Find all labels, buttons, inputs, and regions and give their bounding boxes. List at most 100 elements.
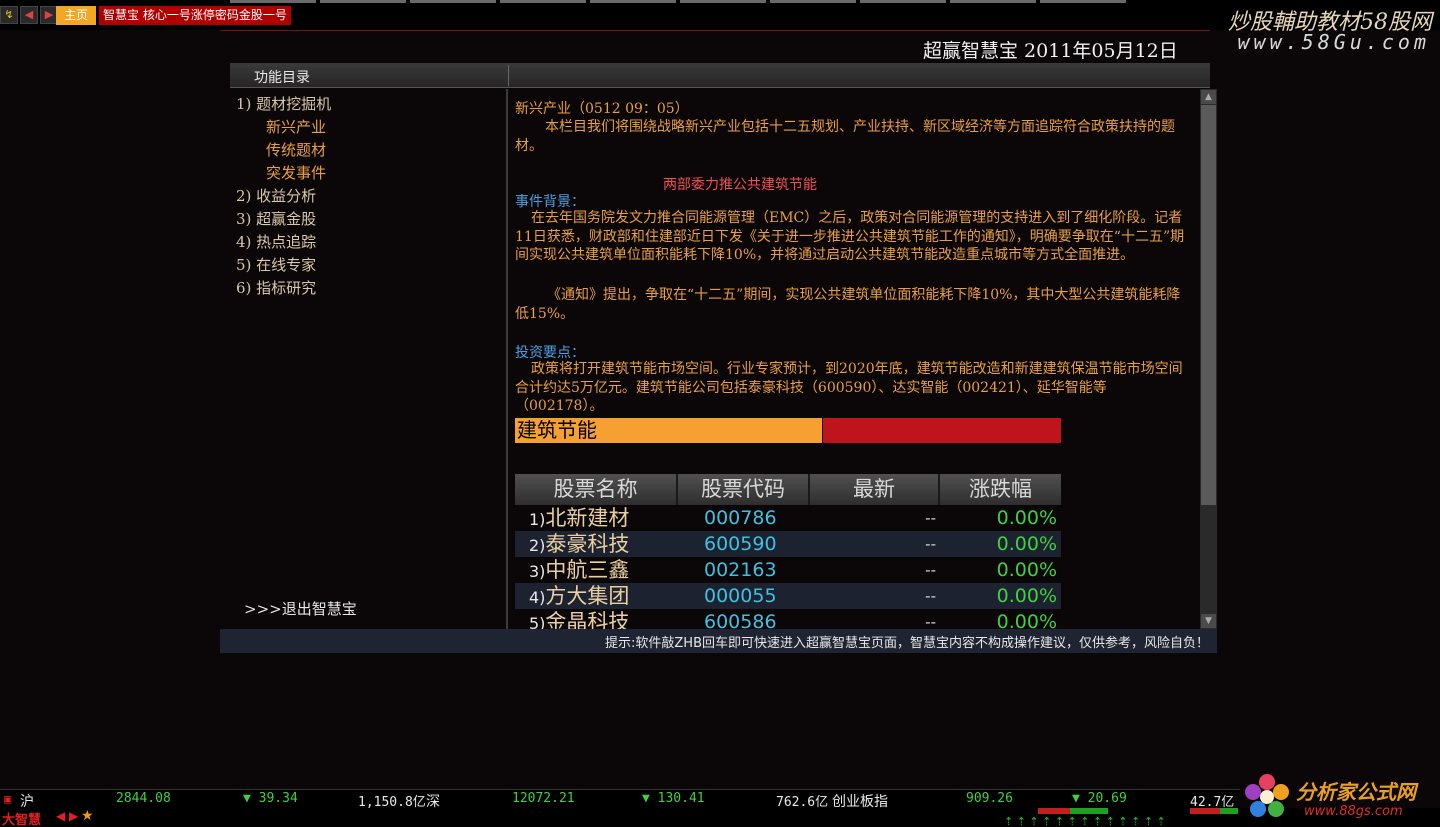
brand-name: 分析家公式网 — [1296, 780, 1416, 804]
top-toolbar: ↯ ◀ ▶ 主页 智慧宝 核心一号涨停密码金股一号 炒股輔助教材58股网 www… — [0, 0, 1440, 54]
menu-title: 功能目录 — [254, 70, 310, 86]
watermark-url: www.58Gu.com — [1237, 30, 1430, 54]
stock-name: 泰豪科技 — [545, 532, 630, 556]
app-logo[interactable]: 大智慧 — [2, 809, 41, 827]
scroll-down-icon[interactable]: ▼ — [1201, 614, 1216, 628]
table-row[interactable]: 5)金晶科技 600586 -- 0.00% — [515, 609, 1061, 629]
col-last-price[interactable]: 最新 — [810, 474, 940, 505]
cy-change: ▼ 20.69 — [1072, 791, 1127, 806]
row-index: 1) — [529, 510, 546, 529]
stock-code: 002163 — [704, 559, 777, 581]
last-price: -- — [925, 535, 936, 553]
sector-bar — [823, 418, 1061, 443]
breadth-bar — [1038, 808, 1070, 814]
sidebar-item-profit-analysis[interactable]: 2) 收益分析 — [236, 185, 316, 206]
last-price: -- — [925, 509, 936, 527]
col-stock-code[interactable]: 股票代码 — [678, 474, 810, 505]
last-price: -- — [925, 561, 936, 579]
sidebar-item-traditional-topics[interactable]: 传统题材 — [266, 139, 326, 160]
row-index: 2) — [529, 536, 546, 555]
breadth-bar — [1220, 808, 1238, 814]
stock-name-cell: 1)北新建材 — [515, 505, 678, 531]
favorite-star-icon[interactable]: ★ — [81, 808, 94, 824]
market-icon: ▣ — [4, 792, 12, 806]
scroll-thumb[interactable] — [1201, 105, 1216, 505]
stock-name-cell: 4)方大集团 — [515, 583, 678, 609]
top-tab-strip — [0, 0, 1210, 4]
exit-link[interactable]: >>>退出智慧宝 — [244, 598, 357, 619]
stock-name: 方大集团 — [545, 584, 630, 608]
stock-code: 000786 — [704, 507, 777, 529]
sh-index: 2844.08 — [116, 791, 171, 806]
sh-change: ▼ 39.34 — [243, 791, 298, 806]
news-headline: 两部委力推公共建筑节能 — [663, 177, 817, 193]
sidebar-item-topic-miner[interactable]: 1) 题材挖掘机 — [236, 93, 331, 114]
sidebar-item-emerging-industry[interactable]: 新兴产业 — [266, 116, 326, 137]
sidebar-item-online-experts[interactable]: 5) 在线专家 — [236, 254, 316, 275]
sector-name: 建筑节能 — [515, 418, 822, 443]
change-pct: 0.00% — [996, 507, 1057, 529]
last-price: -- — [925, 613, 936, 629]
invest-label: 投资要点： — [515, 345, 585, 361]
stock-code: 600586 — [704, 611, 777, 629]
col-change-pct[interactable]: 涨跌幅 — [940, 474, 1061, 505]
tab-active[interactable]: 智慧宝 核心一号涨停密码金股一号 — [99, 6, 291, 25]
sz-index: 12072.21 — [512, 791, 575, 806]
background-label: 事件背景： — [515, 194, 585, 210]
intro-paragraph: 本栏目我们将围绕战略新兴产业包括十二五规划、产业扶持、新区域经济等方面追踪符合政… — [515, 119, 1175, 154]
tab-home[interactable]: 主页 — [56, 6, 96, 25]
market-ticker: ▣ 沪 2844.08 ▼ 39.34 1,150.8亿 深 12072.21 … — [0, 789, 1240, 810]
sidebar-item-gold-stocks[interactable]: 3) 超赢金股 — [236, 208, 316, 229]
cy-index: 909.26 — [966, 791, 1013, 806]
stock-name-cell: 3)中航三鑫 — [515, 557, 678, 583]
stock-name: 中航三鑫 — [545, 558, 630, 582]
change-pct: 0.00% — [996, 611, 1057, 629]
change-pct: 0.00% — [996, 585, 1057, 607]
background-paragraph-1: 在去年国务院发文力推合同能源管理（EMC）之后，政策对合同能源管理的支持进入到了… — [515, 210, 1185, 263]
sidebar-item-hot-tracking[interactable]: 4) 热点追踪 — [236, 231, 316, 252]
divider-line — [220, 30, 1210, 31]
vertical-scrollbar[interactable]: ▲ ▼ — [1200, 89, 1217, 629]
stock-code: 000055 — [704, 585, 777, 607]
stock-table-header: 股票名称 股票代码 最新 涨跌幅 — [515, 474, 1061, 505]
menu-separator — [508, 65, 509, 86]
col-stock-name[interactable]: 股票名称 — [515, 474, 678, 505]
content-panel: 新兴产业（0512 09：05） 本栏目我们将围绕战略新兴产业包括十二五规划、产… — [508, 89, 1200, 629]
back-arrow-icon[interactable]: ◀ — [20, 6, 38, 24]
nav-buttons: ↯ ◀ ▶ — [0, 6, 58, 26]
section-title: 新兴产业（0512 09：05） — [515, 101, 689, 117]
breadth-mini-bars: ⇡ ⇡ ⇡ ⇡ ⇡ ⇡ ⇡ ⇡ ⇡ ⇡ ⇡ ⇡ ⇡ — [1000, 808, 1240, 827]
background-paragraph-2: 《通知》提出，争取在“十二五”期间，实现公共建筑单位面积能耗下降10%，其中大型… — [515, 287, 1181, 322]
scroll-up-icon[interactable]: ▲ — [1201, 90, 1216, 104]
tip-text: 提示:软件敲ZHB回车即可快速进入超赢智慧宝页面，智慧宝内容不构成操作建议，仅供… — [605, 636, 1209, 651]
breadth-bar — [1190, 808, 1220, 814]
flower-logo-icon — [1245, 774, 1289, 817]
table-row[interactable]: 2)泰豪科技 600590 -- 0.00% — [515, 531, 1061, 557]
sidebar: 1) 题材挖掘机 新兴产业 传统题材 突发事件 2) 收益分析 3) 超赢金股 … — [230, 89, 506, 629]
sidebar-item-indicator-research[interactable]: 6) 指标研究 — [236, 277, 316, 298]
prev-next-icon[interactable]: ◀ ▶ — [56, 809, 78, 823]
row-index: 4) — [529, 588, 546, 607]
stock-name-cell: 2)泰豪科技 — [515, 531, 678, 557]
stock-name-cell: 5)金晶科技 — [515, 609, 678, 629]
bottom-status-bar: 大智慧 ◀ ▶ ★ ⇡ ⇡ ⇡ ⇡ ⇡ ⇡ ⇡ ⇡ ⇡ ⇡ ⇡ ⇡ ⇡ — [0, 808, 1440, 827]
brand-watermark: 分析家公式网 www.88gs.com — [1240, 770, 1440, 827]
change-pct: 0.00% — [996, 533, 1057, 555]
refresh-icon[interactable]: ↯ — [0, 6, 18, 24]
stock-name: 金晶科技 — [545, 610, 630, 629]
invest-paragraph: 政策将打开建筑节能市场空间。行业专家预计，到2020年底，建筑节能改造和新建建筑… — [515, 361, 1183, 414]
stock-name: 北新建材 — [545, 506, 630, 530]
row-index: 5) — [529, 614, 546, 629]
table-row[interactable]: 3)中航三鑫 002163 -- 0.00% — [515, 557, 1061, 583]
up-arrow-icon: ⇡ ⇡ ⇡ ⇡ ⇡ ⇡ ⇡ ⇡ ⇡ ⇡ ⇡ ⇡ ⇡ — [1004, 815, 1166, 827]
change-pct: 0.00% — [996, 559, 1057, 581]
menu-header-bar: 功能目录 — [230, 63, 1210, 88]
table-row[interactable]: 1)北新建材 000786 -- 0.00% — [515, 505, 1061, 531]
sz-change: ▼ 130.41 — [642, 791, 705, 806]
breadth-bar — [1070, 808, 1108, 814]
sidebar-item-sudden-events[interactable]: 突发事件 — [266, 162, 326, 183]
tip-bar: 提示:软件敲ZHB回车即可快速进入超赢智慧宝页面，智慧宝内容不构成操作建议，仅供… — [220, 629, 1217, 653]
last-price: -- — [925, 587, 936, 605]
table-row[interactable]: 4)方大集团 000055 -- 0.00% — [515, 583, 1061, 609]
page-title: 超赢智慧宝 2011年05月12日 — [923, 40, 1178, 62]
